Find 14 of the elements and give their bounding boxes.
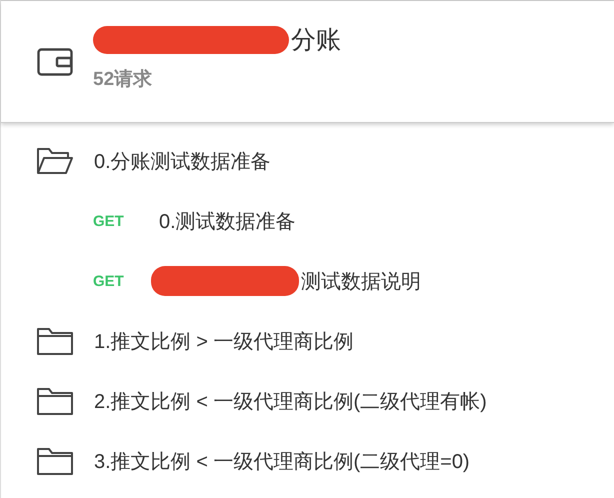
- request-count: 52请求: [93, 68, 154, 92]
- folder-item[interactable]: 2.推文比例 < 一级代理商比例(二级代理有帐): [1, 371, 614, 431]
- open-folder-icon: [36, 146, 74, 176]
- folder-icon: [36, 386, 74, 416]
- collection-header[interactable]: 分账 52请求: [1, 1, 614, 123]
- folder-item[interactable]: 3.推文比例 < 一级代理商比例(二级代理=0): [1, 431, 614, 491]
- folder-item[interactable]: 1.推文比例 > 一级代理商比例: [1, 311, 614, 371]
- request-item[interactable]: GET 0.测试数据准备: [1, 191, 614, 251]
- folder-icon: [36, 446, 74, 476]
- collection-name: 分账: [291, 25, 341, 56]
- wallet-icon: [37, 48, 73, 76]
- folder-item[interactable]: 0.分账测试数据准备: [1, 131, 614, 191]
- folder-icon: [36, 326, 74, 356]
- request-item[interactable]: GET 测试数据说明: [1, 251, 614, 311]
